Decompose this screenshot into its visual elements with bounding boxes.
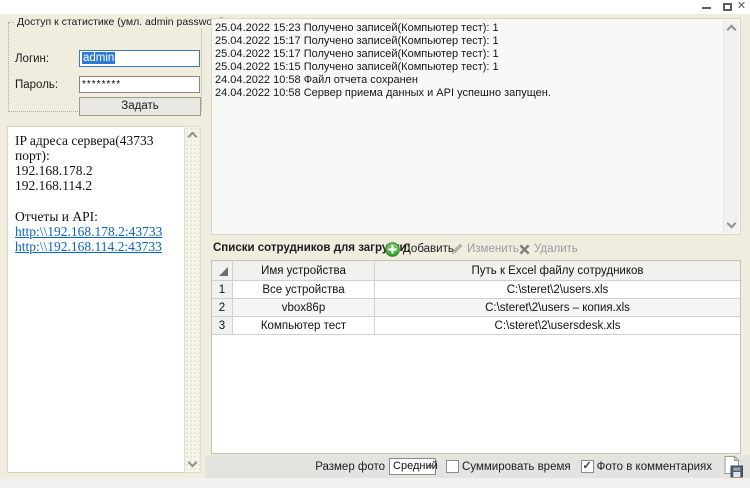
log-line: 24.04.2022 10:58 Сервер приема данных и … <box>215 87 720 100</box>
path-cell: C:\steret\2\usersdesk.xls <box>375 317 740 335</box>
log-line: 25.04.2022 15:15 Получено записей(Компью… <box>215 61 720 74</box>
event-log: 25.04.2022 15:23 Получено записей(Компью… <box>211 18 741 235</box>
edit-button-label: Изменить <box>467 243 519 255</box>
footer-bar: Размер фото Средний Суммировать время ✓ … <box>205 455 750 478</box>
edit-button: Изменить <box>450 239 519 259</box>
titlebar: ✕ <box>0 0 750 14</box>
sum-time-checkbox[interactable] <box>446 460 459 473</box>
log-line: 25.04.2022 15:17 Получено записей(Компью… <box>215 48 720 61</box>
add-button-label: Добавить <box>403 243 454 255</box>
chevron-down-icon <box>427 465 433 469</box>
minimize-icon[interactable] <box>702 7 711 9</box>
row-header: 1 <box>212 281 233 299</box>
ip-address: 192.168.178.2 <box>15 163 182 178</box>
table-row[interactable]: 3 Компьютер тест C:\steret\2\usersdesk.x… <box>212 317 740 335</box>
app-window: ✕ Доступ к статистике (умл. admin passwo… <box>0 0 750 488</box>
add-icon <box>385 242 400 257</box>
section-title: Списки сотрудников для загрузки: <box>213 242 410 254</box>
api-link[interactable]: http:\\192.168.178.2:43733 <box>15 224 182 239</box>
log-lines: 25.04.2022 15:23 Получено записей(Компью… <box>215 22 720 100</box>
client-area: Доступ к статистике (умл. admin password… <box>0 14 750 478</box>
maximize-icon[interactable] <box>723 3 732 11</box>
spacer <box>15 193 182 209</box>
login-value: admin <box>82 52 115 64</box>
statistics-access-groupbox: Доступ к статистике (умл. admin password… <box>8 22 202 112</box>
log-line: 25.04.2022 15:23 Получено записей(Компью… <box>215 22 720 35</box>
device-cell: vbox86p <box>233 299 375 317</box>
save-report-button[interactable] <box>719 456 745 478</box>
add-button[interactable]: Добавить <box>385 239 454 259</box>
select-all-triangle-icon <box>219 267 228 276</box>
close-icon[interactable]: ✕ <box>734 0 749 14</box>
table-header-row: Имя устройства Путь к Excel файлу сотруд… <box>212 261 740 281</box>
path-cell: C:\steret\2\users.xls <box>375 281 740 299</box>
column-header-device[interactable]: Имя устройства <box>233 261 375 281</box>
path-cell: C:\steret\2\users – копия.xls <box>375 299 740 317</box>
table-row[interactable]: 2 vbox86p C:\steret\2\users – копия.xls <box>212 299 740 317</box>
photo-size-label: Размер фото <box>315 461 385 473</box>
ip-address: 192.168.114.2 <box>15 178 182 193</box>
sum-time-label: Суммировать время <box>462 461 571 473</box>
device-cell: Компьютер тест <box>233 317 375 335</box>
reports-title: Отчеты и API: <box>15 209 182 224</box>
row-header: 3 <box>212 317 233 335</box>
log-line: 24.04.2022 10:58 Файл отчета сохранен <box>215 74 720 87</box>
password-input[interactable]: ******** <box>79 76 200 93</box>
select-all-cell[interactable] <box>212 261 233 281</box>
ip-title: IP адреса сервера(43733 порт): <box>15 133 182 163</box>
employee-lists-toolbar: Списки сотрудников для загрузки: Добавит… <box>211 238 741 260</box>
password-masked-value: ******** <box>82 79 121 90</box>
delete-x-icon <box>518 243 531 256</box>
password-label: Пароль: <box>15 79 58 91</box>
photo-comments-label: Фото в комментариях <box>597 461 712 473</box>
set-credentials-button[interactable]: Задать <box>79 97 201 116</box>
api-link[interactable]: http:\\192.168.114.2:43733 <box>15 239 182 254</box>
server-info-scrollbar[interactable] <box>184 126 201 473</box>
pencil-icon <box>450 242 464 256</box>
log-scrollbar[interactable] <box>723 20 739 233</box>
photo-comments-checkbox[interactable]: ✓ <box>581 460 594 473</box>
delete-button: Удалить <box>518 239 578 259</box>
log-line: 25.04.2022 15:17 Получено записей(Компью… <box>215 35 720 48</box>
scroll-up-icon[interactable] <box>188 132 198 142</box>
scroll-up-icon[interactable] <box>727 25 737 35</box>
login-input[interactable]: admin <box>79 50 200 67</box>
scroll-down-icon[interactable] <box>727 219 737 229</box>
photo-size-select[interactable]: Средний <box>389 458 436 475</box>
employee-table: Имя устройства Путь к Excel файлу сотруд… <box>211 260 741 454</box>
groupbox-title: Доступ к статистике (умл. admin password… <box>14 16 231 28</box>
server-info-panel: IP адреса сервера(43733 порт): 192.168.1… <box>7 126 184 473</box>
login-label: Логин: <box>15 53 49 65</box>
column-header-path[interactable]: Путь к Excel файлу сотрудников <box>375 261 740 281</box>
save-file-icon <box>721 455 744 478</box>
delete-button-label: Удалить <box>534 243 578 255</box>
device-cell: Все устройства <box>233 281 375 299</box>
scroll-down-icon[interactable] <box>188 458 198 468</box>
table-row[interactable]: 1 Все устройства C:\steret\2\users.xls <box>212 281 740 299</box>
row-header: 2 <box>212 299 233 317</box>
